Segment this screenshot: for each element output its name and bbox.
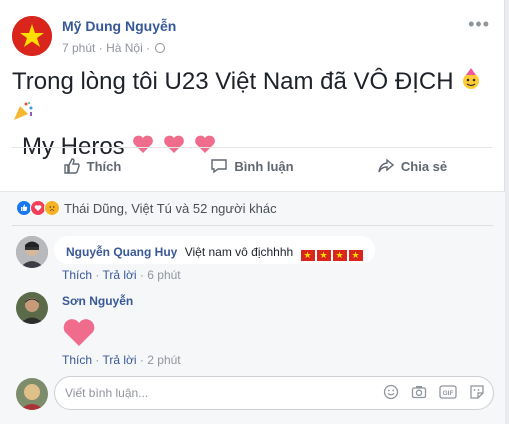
share-button[interactable]: Chia sẻ bbox=[332, 150, 492, 182]
face-with-party-hat-emoji-icon bbox=[460, 67, 482, 99]
post-card: Mỹ Dung Nguyễn 7 phút · Hà Nội · ••• Tro… bbox=[0, 0, 505, 424]
svg-text:GIF: GIF bbox=[443, 390, 454, 397]
author-avatar[interactable] bbox=[12, 16, 52, 56]
vietnam-flag-icon: ★ bbox=[316, 250, 331, 261]
like-button[interactable]: Thích bbox=[12, 150, 172, 182]
commenter-avatar[interactable] bbox=[16, 236, 48, 268]
current-user-avatar[interactable] bbox=[16, 378, 48, 410]
comment-input[interactable]: Viết bình luận... GIF bbox=[54, 376, 494, 410]
comment-reply-link[interactable]: Trả lời bbox=[102, 268, 136, 282]
comment-time[interactable]: 2 phút bbox=[147, 353, 180, 367]
comment-reply-link[interactable]: Trả lời bbox=[102, 353, 136, 367]
comment-icon bbox=[211, 159, 228, 174]
reactions-text: Thái Dũng, Việt Tú và 52 người khác bbox=[64, 200, 277, 216]
comment-bubble: Nguyễn Quang Huy Việt nam vô địchhhh ★ ★… bbox=[54, 236, 375, 264]
share-icon bbox=[378, 158, 394, 173]
flag-emoji-group: ★ ★ ★ ★ bbox=[300, 250, 363, 261]
commenter-avatar[interactable] bbox=[16, 292, 48, 324]
divider bbox=[12, 147, 492, 148]
post-text-line1: Trong lòng tôi U23 Việt Nam đã VÔ ĐỊCH bbox=[12, 68, 454, 95]
author-name[interactable]: Mỹ Dung Nguyễn bbox=[62, 18, 176, 34]
comment-label: Bình luận bbox=[234, 158, 294, 174]
sticker-icon[interactable] bbox=[469, 384, 485, 400]
camera-icon[interactable] bbox=[411, 384, 427, 400]
comment-text: Việt nam vô địchhhh bbox=[184, 245, 294, 259]
globe-icon bbox=[155, 43, 166, 53]
comment-actions: Thích · Trả lời · 2 phút bbox=[62, 353, 181, 367]
comment-actions: Thích · Trả lời · 6 phút bbox=[62, 268, 181, 282]
like-label: Thích bbox=[86, 158, 122, 174]
meta-separator: · bbox=[146, 41, 154, 55]
comment-like-link[interactable]: Thích bbox=[62, 268, 92, 282]
party-popper-emoji-icon bbox=[12, 99, 34, 131]
more-options-icon[interactable]: ••• bbox=[468, 14, 490, 35]
post-time[interactable]: 7 phút bbox=[62, 41, 95, 55]
sad-icon bbox=[44, 200, 60, 216]
comment-author[interactable]: Sơn Nguyễn bbox=[62, 294, 133, 308]
meta-separator: · bbox=[98, 41, 107, 55]
vietnam-flag-icon: ★ bbox=[348, 250, 363, 261]
vietnam-flag-icon: ★ bbox=[300, 250, 315, 261]
post-actions-bar: Thích Bình luận Chia sẻ bbox=[12, 150, 492, 182]
composer-icons: GIF bbox=[383, 384, 485, 400]
gif-icon[interactable]: GIF bbox=[439, 384, 457, 400]
comment-input-placeholder: Viết bình luận... bbox=[65, 386, 149, 400]
thumbs-up-icon bbox=[63, 158, 80, 174]
emoji-icon[interactable] bbox=[383, 384, 399, 400]
reactions-summary[interactable]: Thái Dũng, Việt Tú và 52 người khác bbox=[16, 200, 277, 216]
divider bbox=[12, 225, 493, 226]
vietnam-flag-icon: ★ bbox=[332, 250, 347, 261]
feedback-section: Thái Dũng, Việt Tú và 52 người khác Nguy… bbox=[0, 191, 505, 424]
comment-like-link[interactable]: Thích bbox=[62, 353, 92, 367]
post-location[interactable]: Hà Nội bbox=[106, 41, 143, 55]
comment-author[interactable]: Nguyễn Quang Huy bbox=[66, 245, 177, 259]
comment-time[interactable]: 6 phút bbox=[147, 268, 180, 282]
post-meta: 7 phút · Hà Nội · bbox=[62, 41, 166, 55]
comment-button[interactable]: Bình luận bbox=[172, 150, 332, 182]
heart-sticker-icon bbox=[62, 318, 96, 353]
share-label: Chia sẻ bbox=[400, 158, 448, 174]
